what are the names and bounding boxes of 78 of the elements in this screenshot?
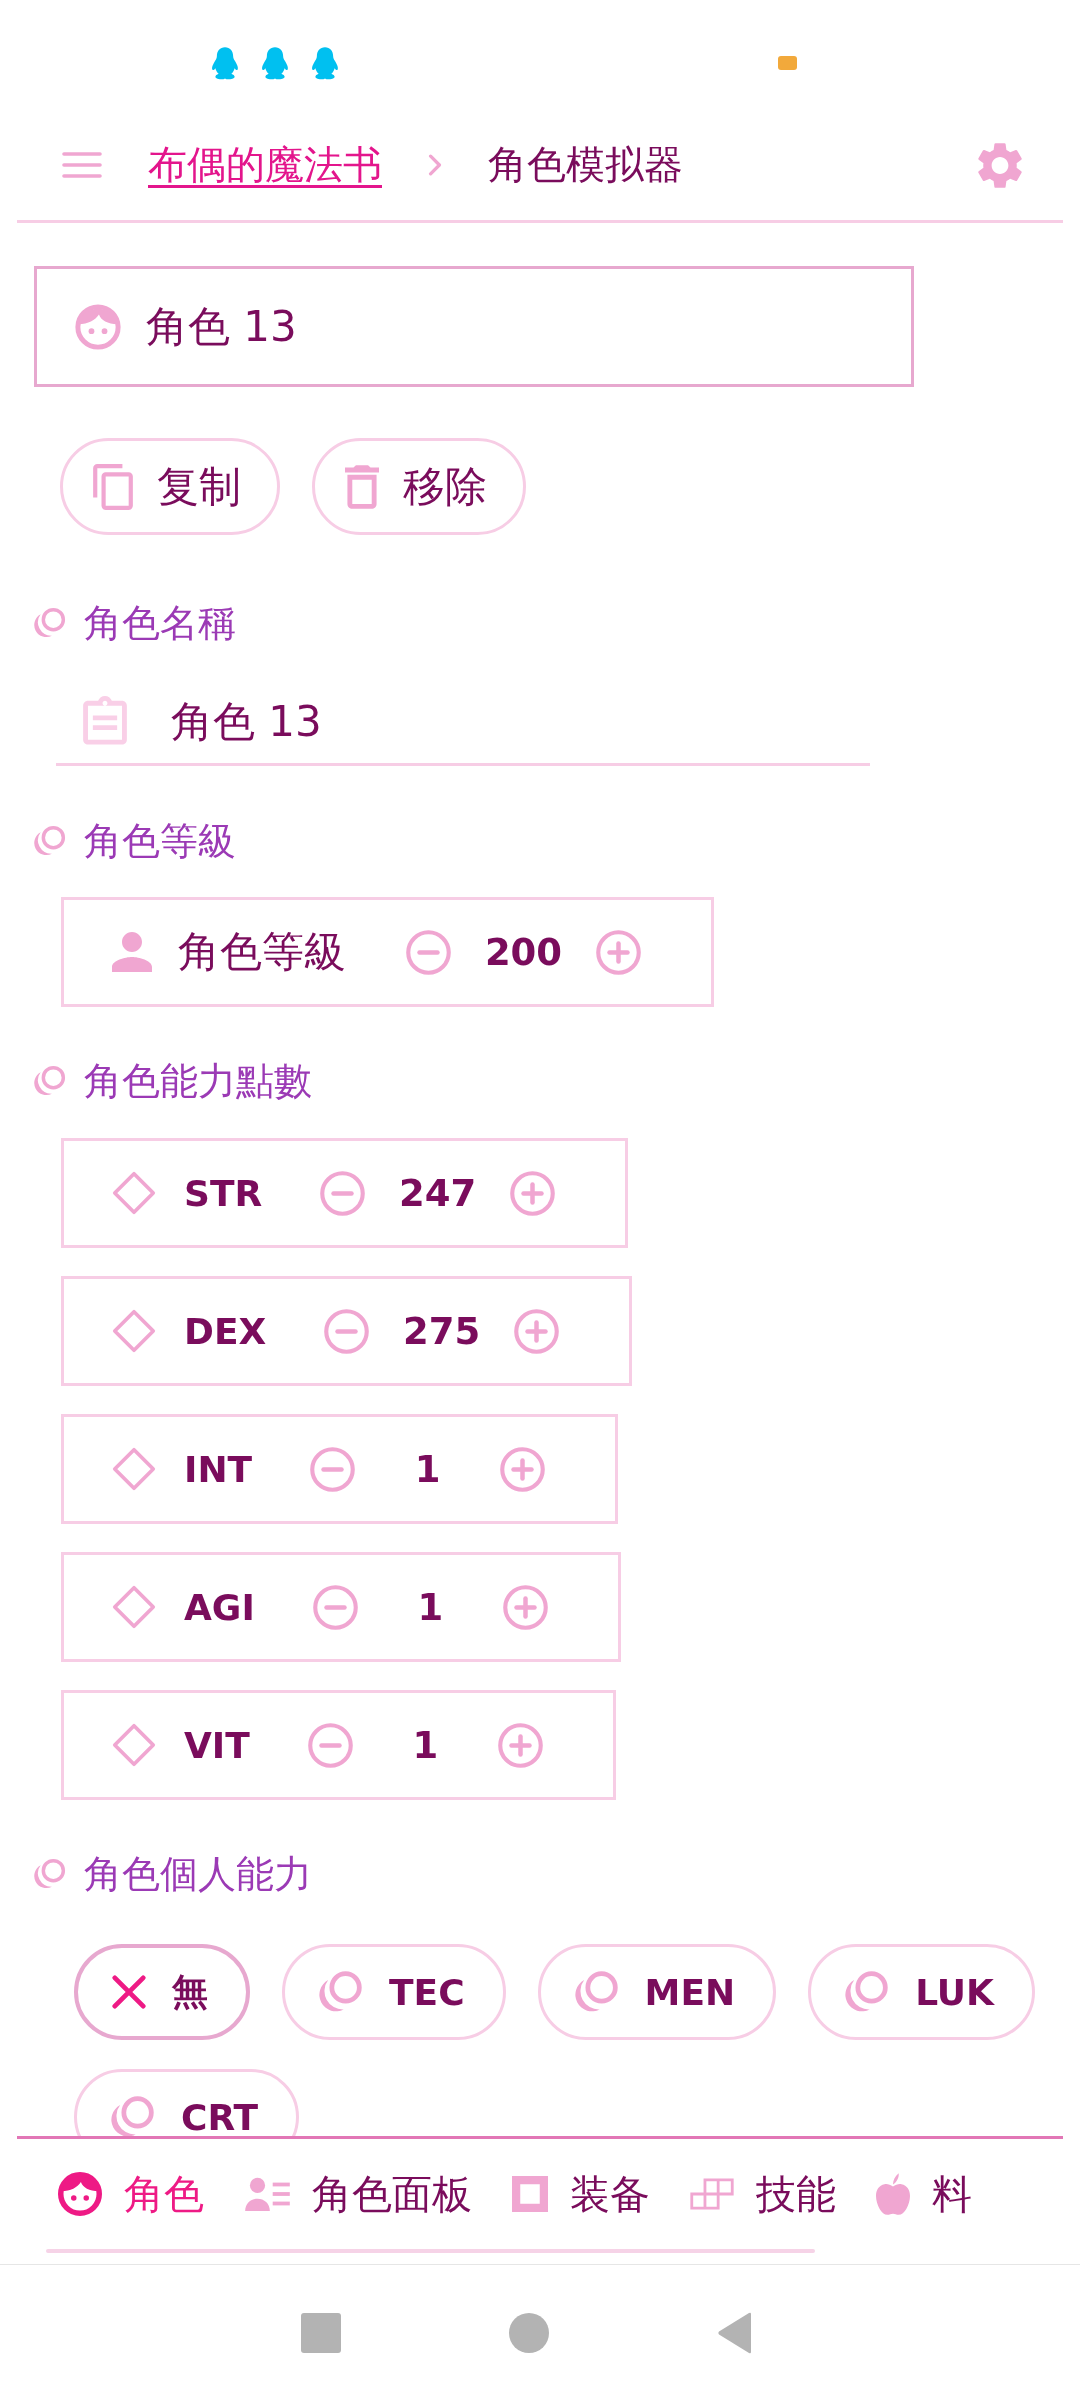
plus-circle-icon[interactable] xyxy=(502,1584,548,1630)
diamond-icon xyxy=(112,1447,156,1491)
ability-chip[interactable]: LUK xyxy=(808,1944,1035,2040)
plus-circle-icon[interactable] xyxy=(596,929,641,975)
stat-value: 275 xyxy=(402,1309,482,1353)
section-heading: 角色能力點數 xyxy=(84,1057,312,1105)
minus-circle-icon[interactable] xyxy=(324,1308,370,1354)
nav-tab[interactable]: 装备 xyxy=(512,2166,650,2222)
stat-value: 247 xyxy=(398,1171,478,1215)
minus-circle-icon[interactable] xyxy=(320,1170,366,1216)
ability-chip[interactable]: CRT xyxy=(74,2069,300,2136)
ability-chip[interactable]: MEN xyxy=(537,1944,777,2040)
status-tag-icon xyxy=(778,56,797,70)
stat-value: 1 xyxy=(413,1447,442,1491)
section-heading: 角色個人能力 xyxy=(84,1850,312,1898)
nav-tab[interactable]: 角色 xyxy=(58,2166,204,2222)
swirl-icon xyxy=(34,1858,66,1890)
breadcrumb-link[interactable]: 布偶的魔法书 xyxy=(148,138,382,192)
section-heading: 角色等級 xyxy=(84,817,236,865)
x-icon xyxy=(112,1975,146,2009)
level-label: 角色等級 xyxy=(178,926,346,978)
penguin-icon xyxy=(310,46,340,81)
plus-circle-icon[interactable] xyxy=(514,1308,560,1354)
minus-circle-icon[interactable] xyxy=(406,929,451,975)
person-list-icon xyxy=(244,2175,290,2213)
ability-chip[interactable]: TEC xyxy=(282,1944,506,2040)
back-icon[interactable] xyxy=(717,2311,753,2354)
swirl-icon xyxy=(34,1065,66,1097)
level-value: 200 xyxy=(483,930,564,974)
section-heading: 角色名稱 xyxy=(84,599,236,647)
stat-value: 1 xyxy=(416,1585,445,1629)
stat-value: 1 xyxy=(411,1723,440,1767)
nav-tab[interactable]: 技能 xyxy=(690,2166,836,2222)
stat-label: VIT xyxy=(184,1724,250,1766)
stat-label: AGI xyxy=(184,1586,255,1628)
square-outline-icon xyxy=(512,2176,548,2212)
plus-circle-icon[interactable] xyxy=(497,1722,543,1768)
nav-tab[interactable]: 角色面板 xyxy=(244,2166,472,2222)
minus-circle-icon[interactable] xyxy=(310,1446,356,1492)
person-icon xyxy=(112,932,152,972)
chevron-icon xyxy=(428,154,442,176)
page-title: 角色模拟器 xyxy=(488,141,683,189)
recents-icon[interactable] xyxy=(301,2312,341,2353)
home-icon[interactable] xyxy=(509,2312,549,2353)
stat-label: INT xyxy=(184,1448,253,1490)
ability-chip[interactable]: 無 xyxy=(74,1944,250,2040)
stat-label: DEX xyxy=(184,1310,267,1352)
copy-icon xyxy=(93,463,133,510)
settings-icon[interactable] xyxy=(978,141,1022,189)
minus-circle-icon[interactable] xyxy=(307,1722,353,1768)
diamond-icon xyxy=(112,1585,156,1629)
diamond-icon xyxy=(112,1171,156,1215)
swirl-icon xyxy=(34,607,66,639)
menu-icon[interactable] xyxy=(62,152,102,178)
swirl-icon xyxy=(319,1970,363,2014)
plus-circle-icon[interactable] xyxy=(500,1446,546,1492)
apple-icon xyxy=(876,2173,910,2215)
penguin-icon xyxy=(210,46,240,81)
face-icon xyxy=(75,303,121,350)
minus-circle-icon[interactable] xyxy=(312,1584,358,1630)
blocks-icon xyxy=(690,2178,734,2210)
clipboard-icon xyxy=(83,696,127,747)
swirl-icon xyxy=(574,1970,619,2014)
trash-icon xyxy=(345,464,379,509)
swirl-icon xyxy=(845,1970,890,2014)
penguin-icon xyxy=(260,46,290,81)
nav-tab[interactable]: 料 xyxy=(876,2166,972,2222)
name-field[interactable]: 角色 13 xyxy=(56,680,870,766)
diamond-icon xyxy=(112,1723,156,1767)
diamond-icon xyxy=(112,1309,156,1353)
swirl-icon xyxy=(111,2095,155,2136)
face-icon xyxy=(58,2172,102,2216)
copy-button[interactable]: 复制 xyxy=(60,438,280,535)
character-select-field[interactable]: 角色 13 xyxy=(34,266,914,387)
stat-label: STR xyxy=(184,1172,263,1214)
swirl-icon xyxy=(34,825,66,857)
remove-button[interactable]: 移除 xyxy=(312,438,526,535)
plus-circle-icon[interactable] xyxy=(510,1170,556,1216)
